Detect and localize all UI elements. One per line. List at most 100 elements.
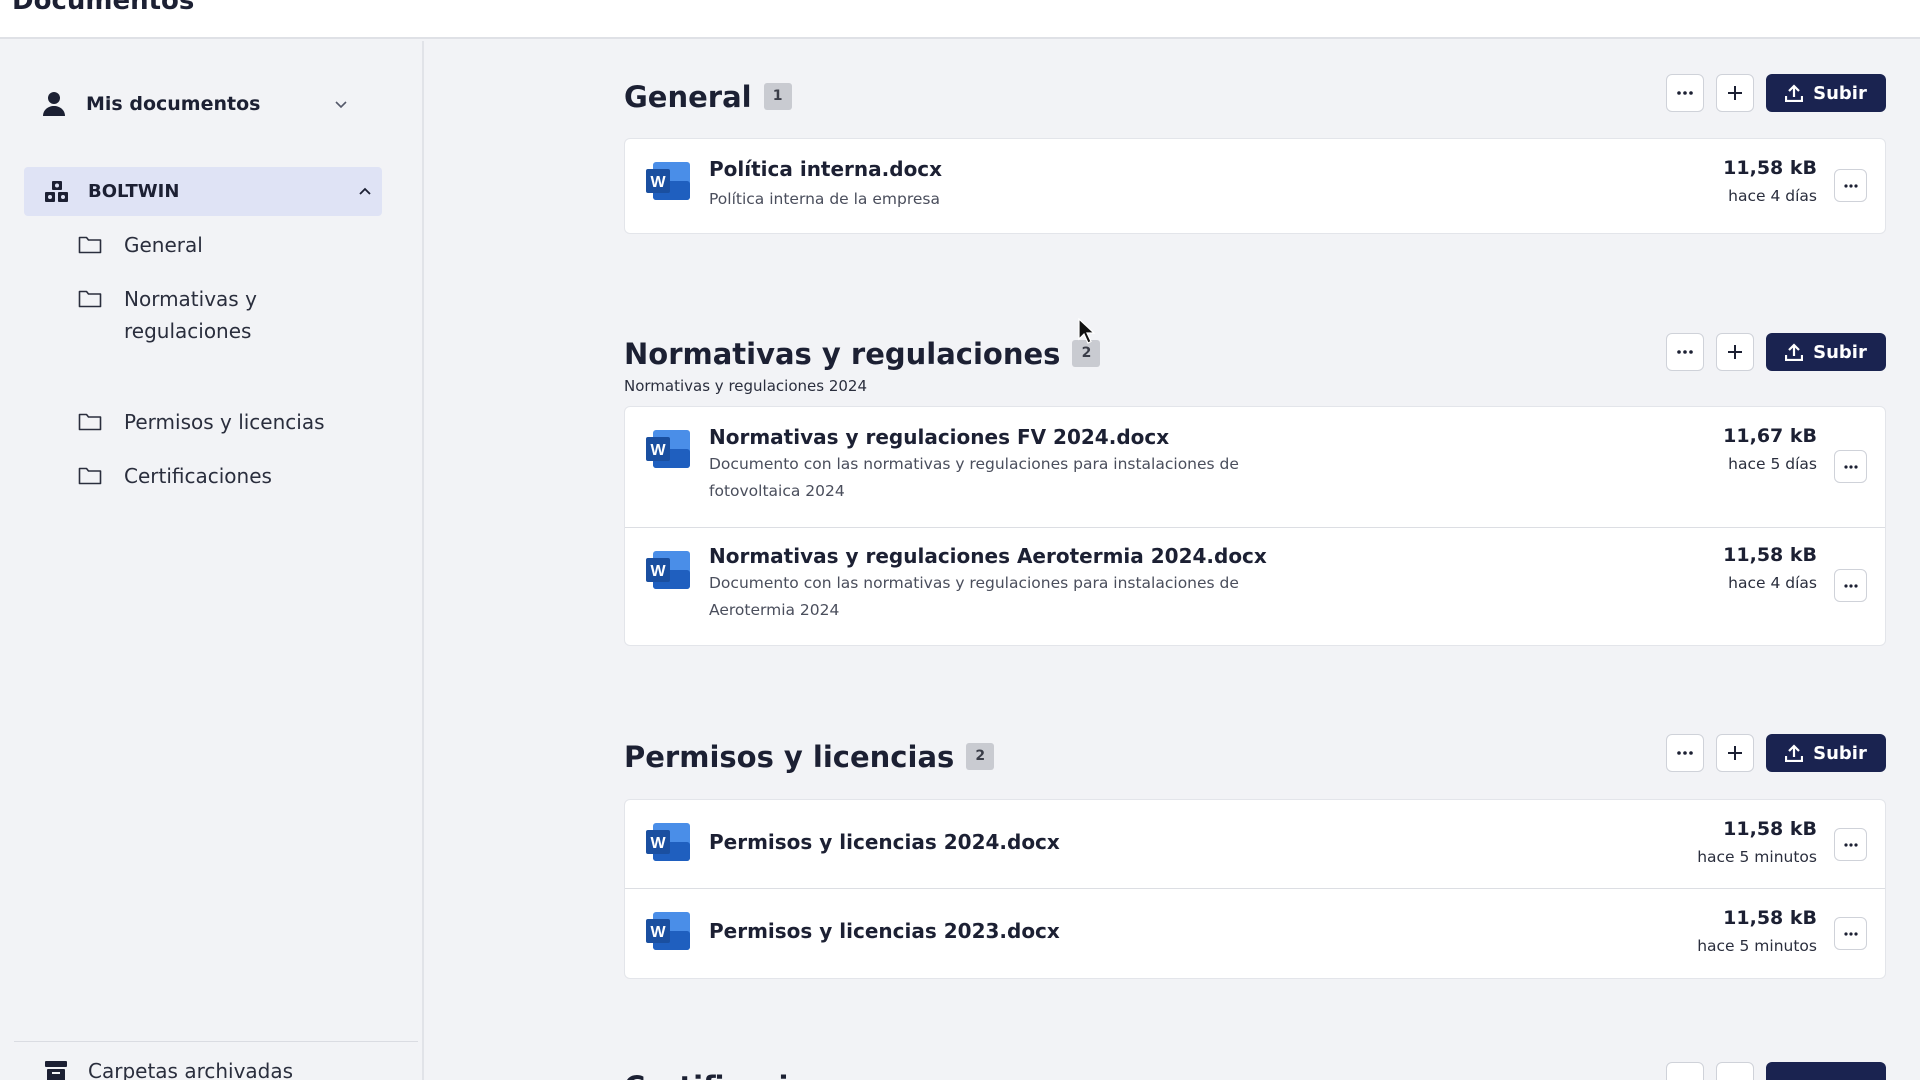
file-list-card: W Normativas y regulaciones FV 2024.docx… <box>624 406 1886 646</box>
svg-text:W: W <box>650 835 666 852</box>
file-count-badge: 1 <box>763 82 792 110</box>
chevron-down-icon[interactable] <box>334 97 348 111</box>
section-actions <box>1666 1062 1886 1080</box>
file-size: 11,58 kB <box>1723 157 1817 179</box>
file-name[interactable]: Política interna.docx <box>709 157 942 181</box>
section-header: Permisos y licencias 2 Subir <box>624 734 1886 782</box>
file-row[interactable]: W Permisos y licencias 2024.docx 11,58 k… <box>625 800 1885 888</box>
more-options-button[interactable] <box>1666 74 1704 112</box>
add-button[interactable] <box>1716 734 1754 772</box>
section-general: General 1 Subir W Política interna.docx P… <box>624 74 1886 234</box>
ellipsis-icon <box>1843 464 1858 469</box>
sidebar-folder-permisos[interactable]: Permisos y licencias <box>78 406 378 438</box>
folder-icon <box>78 236 102 254</box>
section-title: Permisos y licencias 2 <box>624 740 995 774</box>
file-size: 11,67 kB <box>1723 425 1817 447</box>
sidebar-my-documents[interactable]: Mis documentos <box>42 83 358 125</box>
file-menu-button[interactable] <box>1834 828 1867 861</box>
ellipsis-icon <box>1677 751 1693 755</box>
add-button[interactable] <box>1716 1062 1754 1080</box>
user-icon <box>43 92 65 116</box>
file-row[interactable]: W Permisos y licencias 2023.docx 11,58 k… <box>625 888 1885 979</box>
sidebar-team-boltwin[interactable]: BOLTWIN <box>24 167 382 216</box>
file-name[interactable]: Normativas y regulaciones Aerotermia 202… <box>709 544 1267 568</box>
section-header: Certificaciones <box>624 1062 1886 1080</box>
upload-button[interactable]: Subir <box>1766 734 1886 772</box>
add-button[interactable] <box>1716 74 1754 112</box>
section-normativas: Normativas y regulaciones 2 Normativas y … <box>624 331 1886 646</box>
upload-icon <box>1785 343 1804 361</box>
chevron-up-icon[interactable] <box>358 185 372 199</box>
sidebar-folder-certificaciones[interactable]: Certificaciones <box>78 460 378 492</box>
folder-icon <box>78 467 102 485</box>
file-menu-button[interactable] <box>1834 917 1867 950</box>
plus-icon <box>1728 345 1742 359</box>
ellipsis-icon <box>1843 842 1858 847</box>
section-title-text: Certificaciones <box>624 1070 866 1080</box>
section-actions: Subir <box>1666 734 1886 772</box>
file-name[interactable]: Normativas y regulaciones FV 2024.docx <box>709 425 1169 449</box>
section-title-text: General <box>624 80 752 114</box>
file-row[interactable]: W Normativas y regulaciones Aerotermia 2… <box>625 527 1885 646</box>
svg-text:W: W <box>650 442 666 459</box>
section-title-text: Permisos y licencias <box>624 740 955 774</box>
sidebar-team-label: BOLTWIN <box>88 181 180 202</box>
plus-icon <box>1728 746 1742 760</box>
sidebar-folder-label: Certificaciones <box>124 464 272 488</box>
file-row[interactable]: W Política interna.docx Política interna… <box>625 139 1885 235</box>
upload-button[interactable]: Subir <box>1766 74 1886 112</box>
ellipsis-icon <box>1677 91 1693 95</box>
file-modified: hace 5 minutos <box>1697 848 1817 866</box>
upload-label: Subir <box>1813 742 1867 764</box>
sidebar-folder-normativas[interactable]: Normativas y regulaciones <box>78 283 298 347</box>
file-size: 11,58 kB <box>1723 818 1817 840</box>
word-docx-icon: W <box>646 162 690 200</box>
upload-icon <box>1785 84 1804 102</box>
file-row[interactable]: W Normativas y regulaciones FV 2024.docx… <box>625 407 1885 527</box>
word-docx-icon: W <box>646 430 690 468</box>
upload-label: Subir <box>1813 341 1867 363</box>
archive-box-icon <box>45 1061 67 1080</box>
file-menu-button[interactable] <box>1834 450 1867 483</box>
svg-text:W: W <box>650 174 666 191</box>
more-options-button[interactable] <box>1666 333 1704 371</box>
sidebar-archived-folders[interactable]: Carpetas archivadas <box>44 1059 293 1080</box>
folder-icon <box>78 413 102 431</box>
file-description: Política interna de la empresa <box>709 190 940 208</box>
ellipsis-icon <box>1677 350 1693 354</box>
sidebar-divider <box>14 1041 418 1042</box>
file-name[interactable]: Permisos y licencias 2023.docx <box>709 919 1060 943</box>
sidebar-folder-label: Normativas y regulaciones <box>124 287 257 343</box>
file-menu-button[interactable] <box>1834 569 1867 602</box>
file-menu-button[interactable] <box>1834 169 1867 202</box>
ellipsis-icon <box>1843 931 1858 936</box>
word-docx-icon: W <box>646 551 690 589</box>
file-description: Documento con las normativas y regulacio… <box>709 574 1239 619</box>
upload-button[interactable] <box>1766 1062 1886 1080</box>
add-button[interactable] <box>1716 333 1754 371</box>
svg-text:W: W <box>650 563 666 580</box>
folder-icon <box>78 290 102 308</box>
upload-label: Subir <box>1813 82 1867 104</box>
file-size: 11,58 kB <box>1723 907 1817 929</box>
file-modified: hace 5 días <box>1728 455 1817 473</box>
team-cubes-icon <box>45 180 68 202</box>
file-name[interactable]: Permisos y licencias 2024.docx <box>709 830 1060 854</box>
section-actions: Subir <box>1666 74 1886 112</box>
sidebar-archived-label: Carpetas archivadas <box>88 1059 294 1080</box>
sidebar-folder-label: General <box>124 233 203 257</box>
more-options-button[interactable] <box>1666 734 1704 772</box>
ellipsis-icon <box>1843 583 1858 588</box>
mouse-cursor-icon <box>1078 318 1096 344</box>
upload-button[interactable]: Subir <box>1766 333 1886 371</box>
sidebar-my-documents-label: Mis documentos <box>86 93 261 115</box>
more-options-button[interactable] <box>1666 1062 1704 1080</box>
page-title: Documentos <box>12 0 195 16</box>
sidebar-folder-general[interactable]: General <box>78 229 378 261</box>
upload-icon <box>1785 744 1804 762</box>
section-subtitle: Normativas y regulaciones 2024 <box>624 377 867 395</box>
svg-text:W: W <box>650 924 666 941</box>
section-certificaciones: Certificaciones <box>624 1062 1886 1080</box>
section-permisos: Permisos y licencias 2 Subir W Permisos y… <box>624 734 1886 979</box>
word-docx-icon: W <box>646 823 690 861</box>
